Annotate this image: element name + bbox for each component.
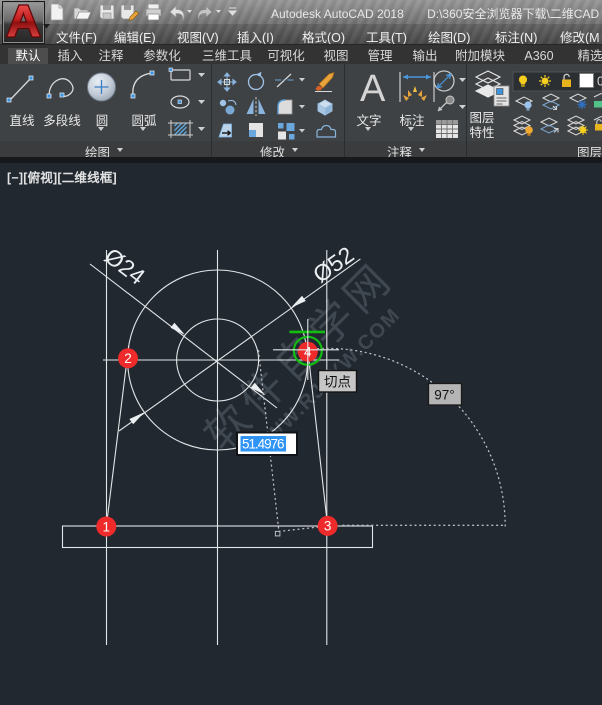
svg-text:97°: 97°: [434, 388, 454, 403]
svg-text:3: 3: [324, 519, 332, 534]
svg-text:切点: 切点: [324, 375, 351, 390]
svg-text:Ø52: Ø52: [308, 241, 358, 287]
svg-text:2: 2: [124, 351, 132, 366]
svg-text:1: 1: [103, 519, 111, 534]
svg-text:0: 0: [597, 75, 602, 89]
svg-text:4: 4: [304, 345, 312, 360]
svg-text:Ø24: Ø24: [100, 243, 150, 290]
svg-text:51.4976: 51.4976: [242, 437, 285, 452]
svg-text:A: A: [360, 68, 386, 110]
